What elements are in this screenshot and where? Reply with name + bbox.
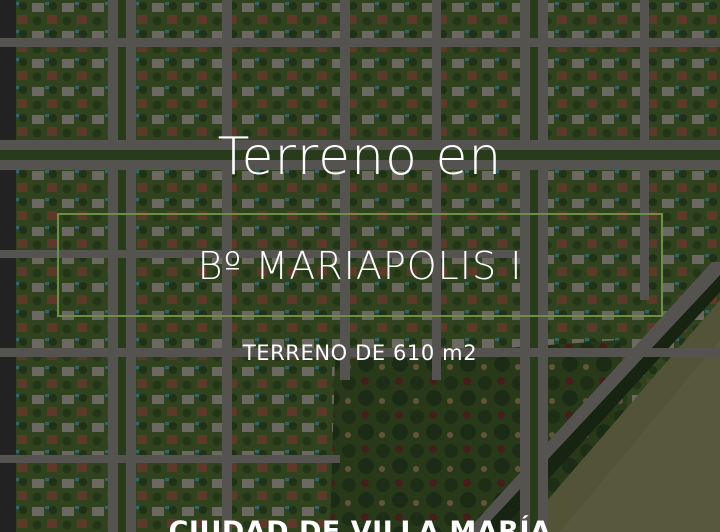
neighborhood-frame: Bº MARIAPOLIS I <box>57 213 663 317</box>
page-title: Terreno en <box>217 127 503 187</box>
lot-size-text: TERRENO DE 610 m2 <box>242 341 478 365</box>
neighborhood-name: Bº MARIAPOLIS I <box>197 244 523 288</box>
hero-banner: Terreno en Bº MARIAPOLIS I TERRENO DE 61… <box>0 0 720 532</box>
city-name: CIUDAD DE VILLA MARÍA <box>168 516 552 532</box>
